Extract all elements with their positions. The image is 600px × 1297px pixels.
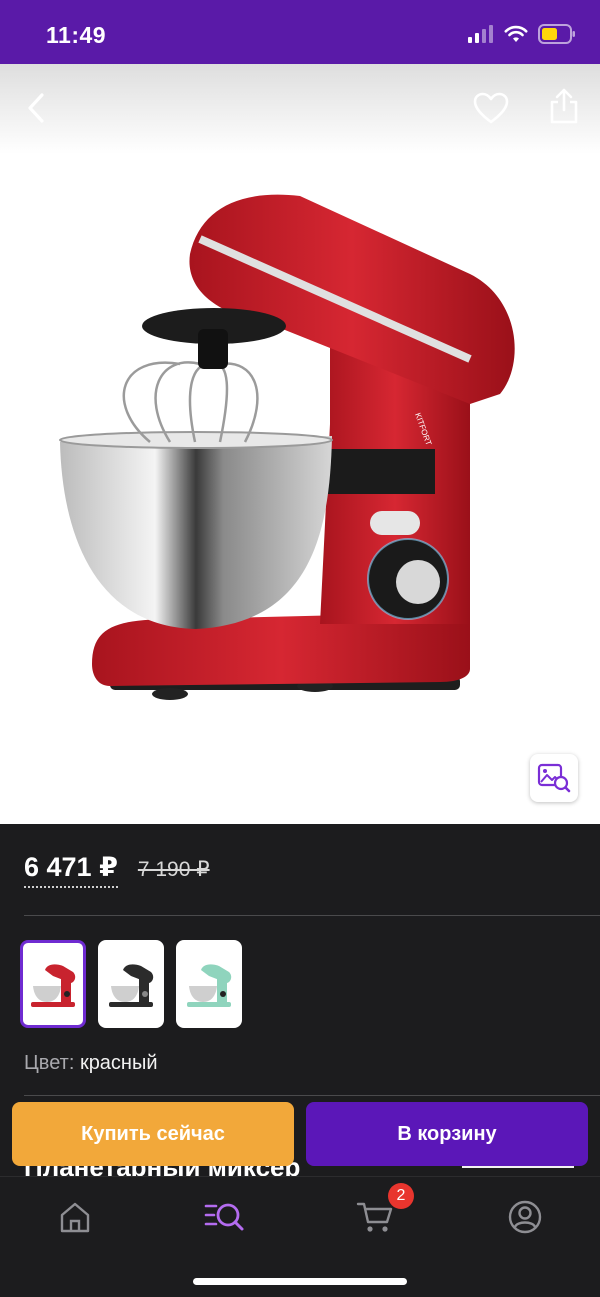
status-time: 11:49 [46,22,107,48]
add-to-cart-button[interactable]: В корзину [306,1102,588,1166]
divider [24,915,600,916]
tab-catalog[interactable] [195,1189,255,1245]
variant-red[interactable] [20,940,86,1028]
variant-thumbnail [187,964,232,1007]
price-row: 6 471 ₽ 7 190 ₽ [24,852,210,888]
product-image: KITFORT [59,194,515,700]
old-price: 7 190 ₽ [137,858,210,881]
tab-profile[interactable] [495,1189,555,1245]
home-indicator [193,1278,407,1285]
color-value: красный [79,1052,158,1074]
cellular-signal-icon [468,25,493,43]
product-image-area: KITFORT [0,64,600,824]
variant-mint[interactable] [176,940,242,1028]
variant-thumbnail [31,964,76,1007]
color-selection: Цвет: красный [24,1052,158,1075]
image-search-icon [537,763,571,793]
profile-icon [508,1200,542,1234]
variant-thumbnail [109,964,154,1007]
current-price[interactable]: 6 471 ₽ [24,852,118,888]
catalog-search-icon [204,1203,244,1231]
image-search-button[interactable] [530,754,578,802]
cart-badge: 2 [388,1183,414,1209]
variant-black[interactable] [98,940,164,1028]
status-bar: 11:49 [0,0,600,64]
home-icon [60,1202,90,1233]
cart-icon [356,1202,393,1232]
buy-now-button[interactable]: Купить сейчас [12,1102,294,1166]
tab-home[interactable] [45,1189,105,1245]
divider [24,1095,600,1096]
status-icons [468,24,576,44]
battery-icon [538,24,575,44]
wifi-icon [504,25,528,42]
color-label: Цвет: [24,1052,75,1074]
variant-selector [20,940,242,1028]
